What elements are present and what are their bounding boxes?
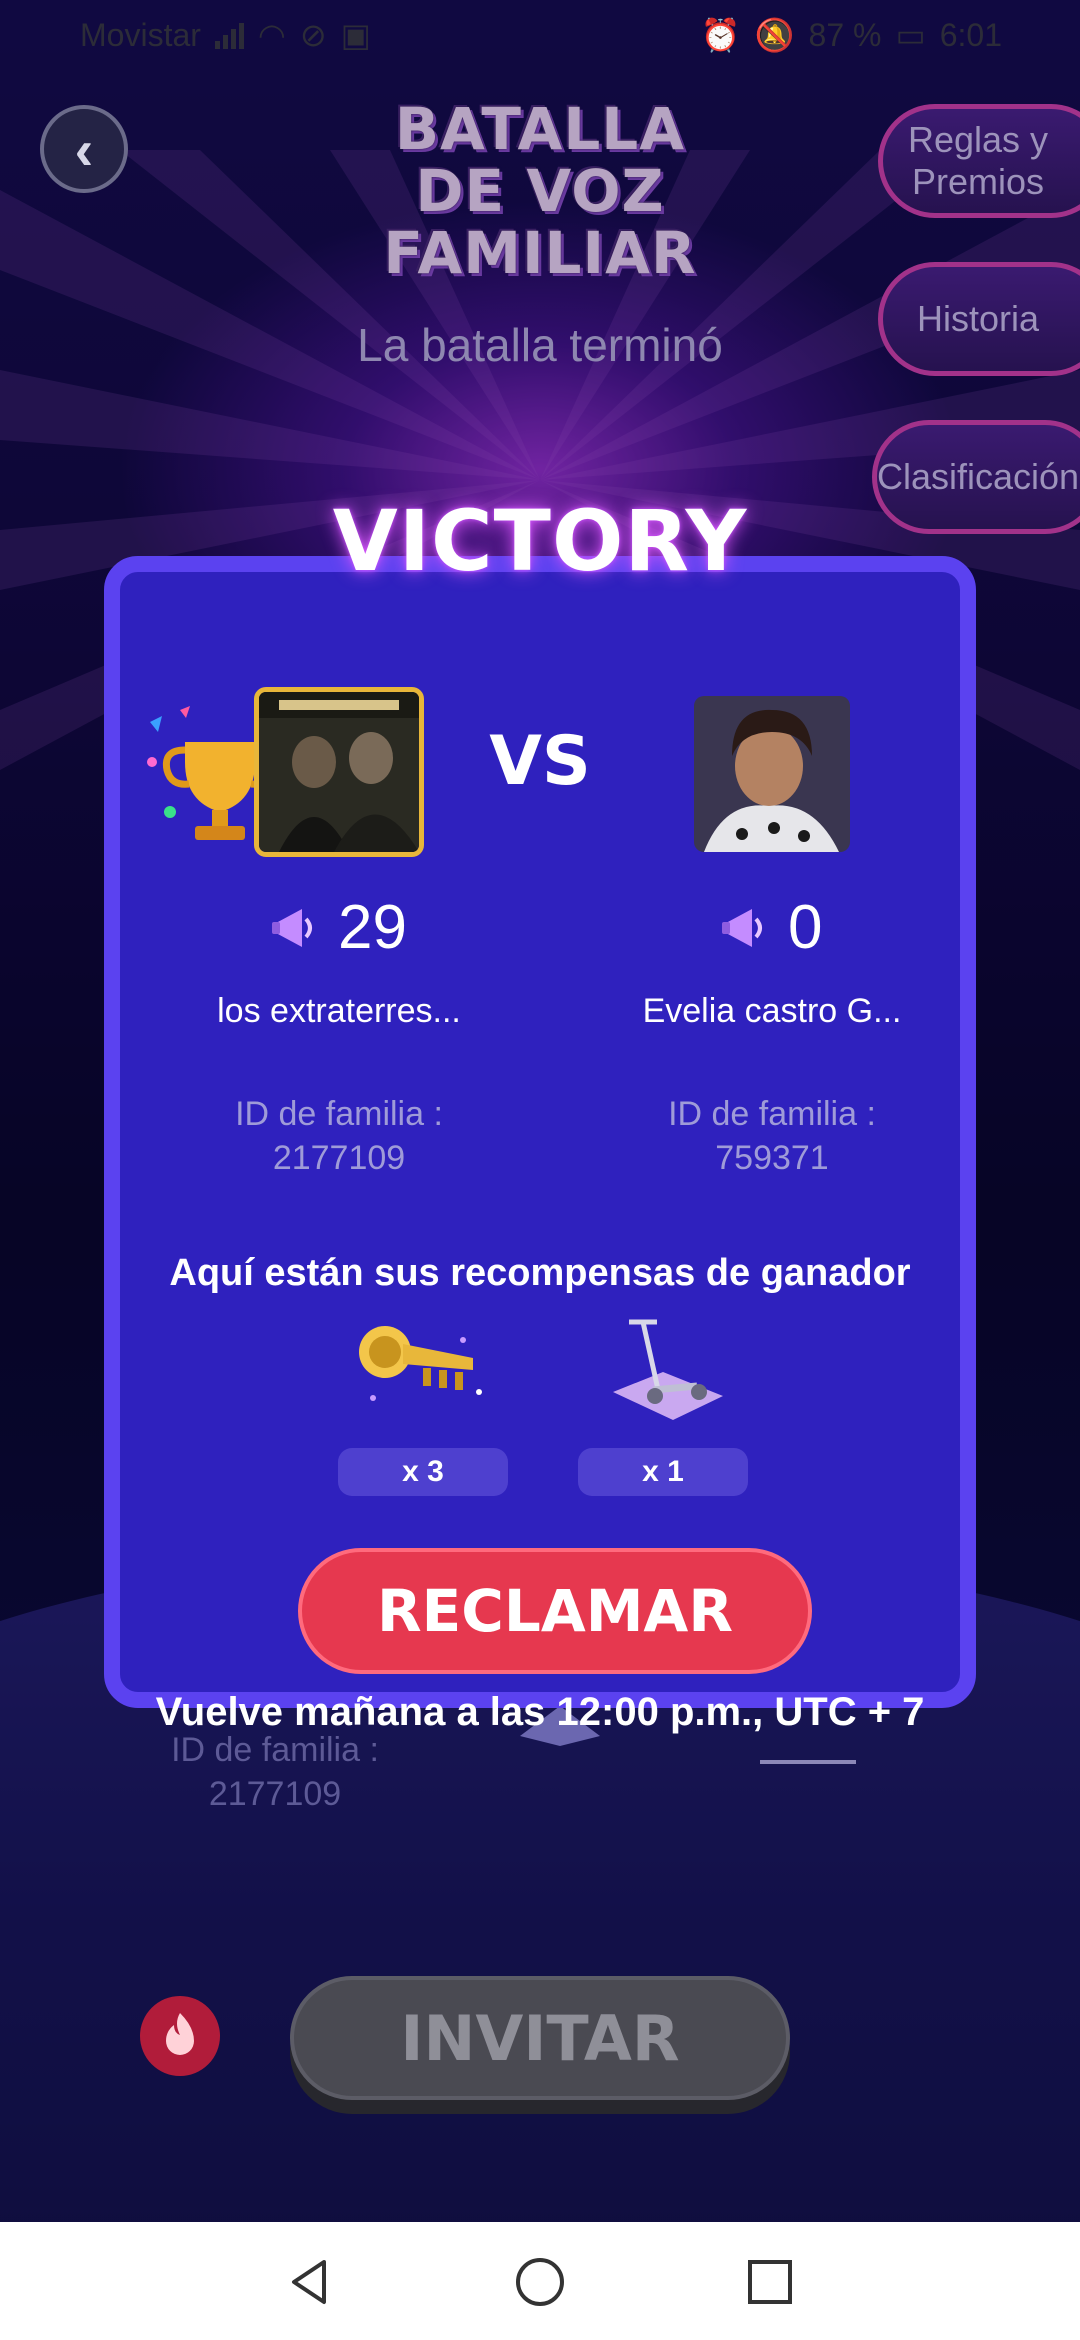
megaphone-icon (722, 908, 762, 947)
ranking-label: Clasificación (877, 456, 1080, 497)
opponent-family-id-value: 759371 (715, 1139, 829, 1177)
rules-button[interactable]: Reglas y Premios (878, 104, 1080, 218)
battery-percent: 87 % (808, 16, 882, 53)
winner-score: 29 (270, 892, 407, 963)
winner-score-value: 29 (338, 893, 407, 962)
opponent-avatar-image (694, 696, 850, 852)
clock: 6:01 (939, 16, 1002, 53)
opponent-score: 0 (720, 892, 822, 963)
carrier-label: Movistar (80, 16, 201, 53)
back-triangle-icon[interactable] (280, 2252, 340, 2312)
history-button[interactable]: Historia (878, 262, 1080, 376)
title-line-2: DE VOZ (415, 157, 665, 225)
background-family-id: ID de familia : 2177109 (120, 1728, 430, 1816)
winner-avatar[interactable] (254, 687, 424, 857)
reward-quantity: x 3 (338, 1448, 508, 1496)
mute-icon: 🔕 (754, 17, 795, 53)
page-title: BATALLA DE VOZ FAMILIAR (340, 98, 740, 284)
opponent-family-id-label: ID de familia : (668, 1095, 876, 1133)
status-bar: Movistar ◠ ⊘ ▣ ⏰ 🔕 87 % ▭ 6:01 (0, 0, 1080, 70)
scooter-icon (613, 1319, 723, 1420)
nfc-icon: ⊘ (299, 17, 327, 53)
return-time-note: Vuelve mañana a las 12:00 p.m., UTC + 7 (155, 1690, 925, 1734)
home-circle-icon[interactable] (510, 2252, 570, 2312)
signal-icon (214, 21, 244, 49)
winner-family-id-label: ID de familia : (235, 1095, 443, 1133)
result-dialog: VS 29 0 los extraterres... Evelia castro… (104, 556, 976, 1708)
winner-family-name: los extraterres... (217, 992, 461, 1030)
claim-button[interactable]: RECLAMAR (298, 1548, 812, 1674)
battle-status-subtitle: La batalla terminó (357, 319, 723, 371)
chevron-left-icon: ‹ (74, 117, 94, 181)
back-button[interactable]: ‹ (40, 105, 128, 193)
trumpet-icon (359, 1326, 482, 1401)
victory-banner: VICTORY (332, 492, 748, 590)
battle-screen: Movistar ◠ ⊘ ▣ ⏰ 🔕 87 % ▭ 6:01 ‹ BATALLA… (0, 0, 1080, 2222)
boost-button[interactable] (140, 1996, 220, 2076)
opponent-family-name: Evelia castro G... (642, 992, 902, 1030)
opponent-avatar[interactable] (694, 696, 850, 852)
reward-quantity: x 1 (578, 1448, 748, 1496)
title-line-1: BATALLA (394, 95, 686, 163)
megaphone-icon (272, 908, 312, 947)
alarm-icon: ⏰ (700, 17, 741, 53)
invite-button[interactable]: INVITAR (290, 1976, 790, 2100)
title-line-3: FAMILIAR (383, 219, 697, 287)
battery-icon: ▭ (895, 17, 926, 53)
flame-icon (166, 2013, 194, 2055)
winner-family-id: ID de familia : 2177109 (139, 1092, 539, 1180)
reward-item: x 1 (578, 1312, 748, 1496)
winner-avatar-image (259, 692, 419, 852)
recents-square-icon[interactable] (740, 2252, 800, 2312)
wifi-icon: ◠ (257, 17, 286, 53)
ranking-button[interactable]: Clasificación (872, 420, 1080, 534)
opponent-score-value: 0 (788, 893, 823, 962)
background-divider (760, 1760, 856, 1764)
system-navigation-bar (0, 2222, 1080, 2340)
app-notification-icon: ▣ (340, 17, 371, 53)
rewards-title: Aquí están sus recompensas de ganador (169, 1252, 911, 1294)
reward-item: x 3 (338, 1312, 508, 1496)
background-family-id-value: 2177109 (208, 1775, 342, 1813)
winner-family-id-value: 2177109 (272, 1139, 406, 1177)
vs-label: VS (489, 722, 591, 801)
opponent-family-id: ID de familia : 759371 (572, 1092, 972, 1180)
